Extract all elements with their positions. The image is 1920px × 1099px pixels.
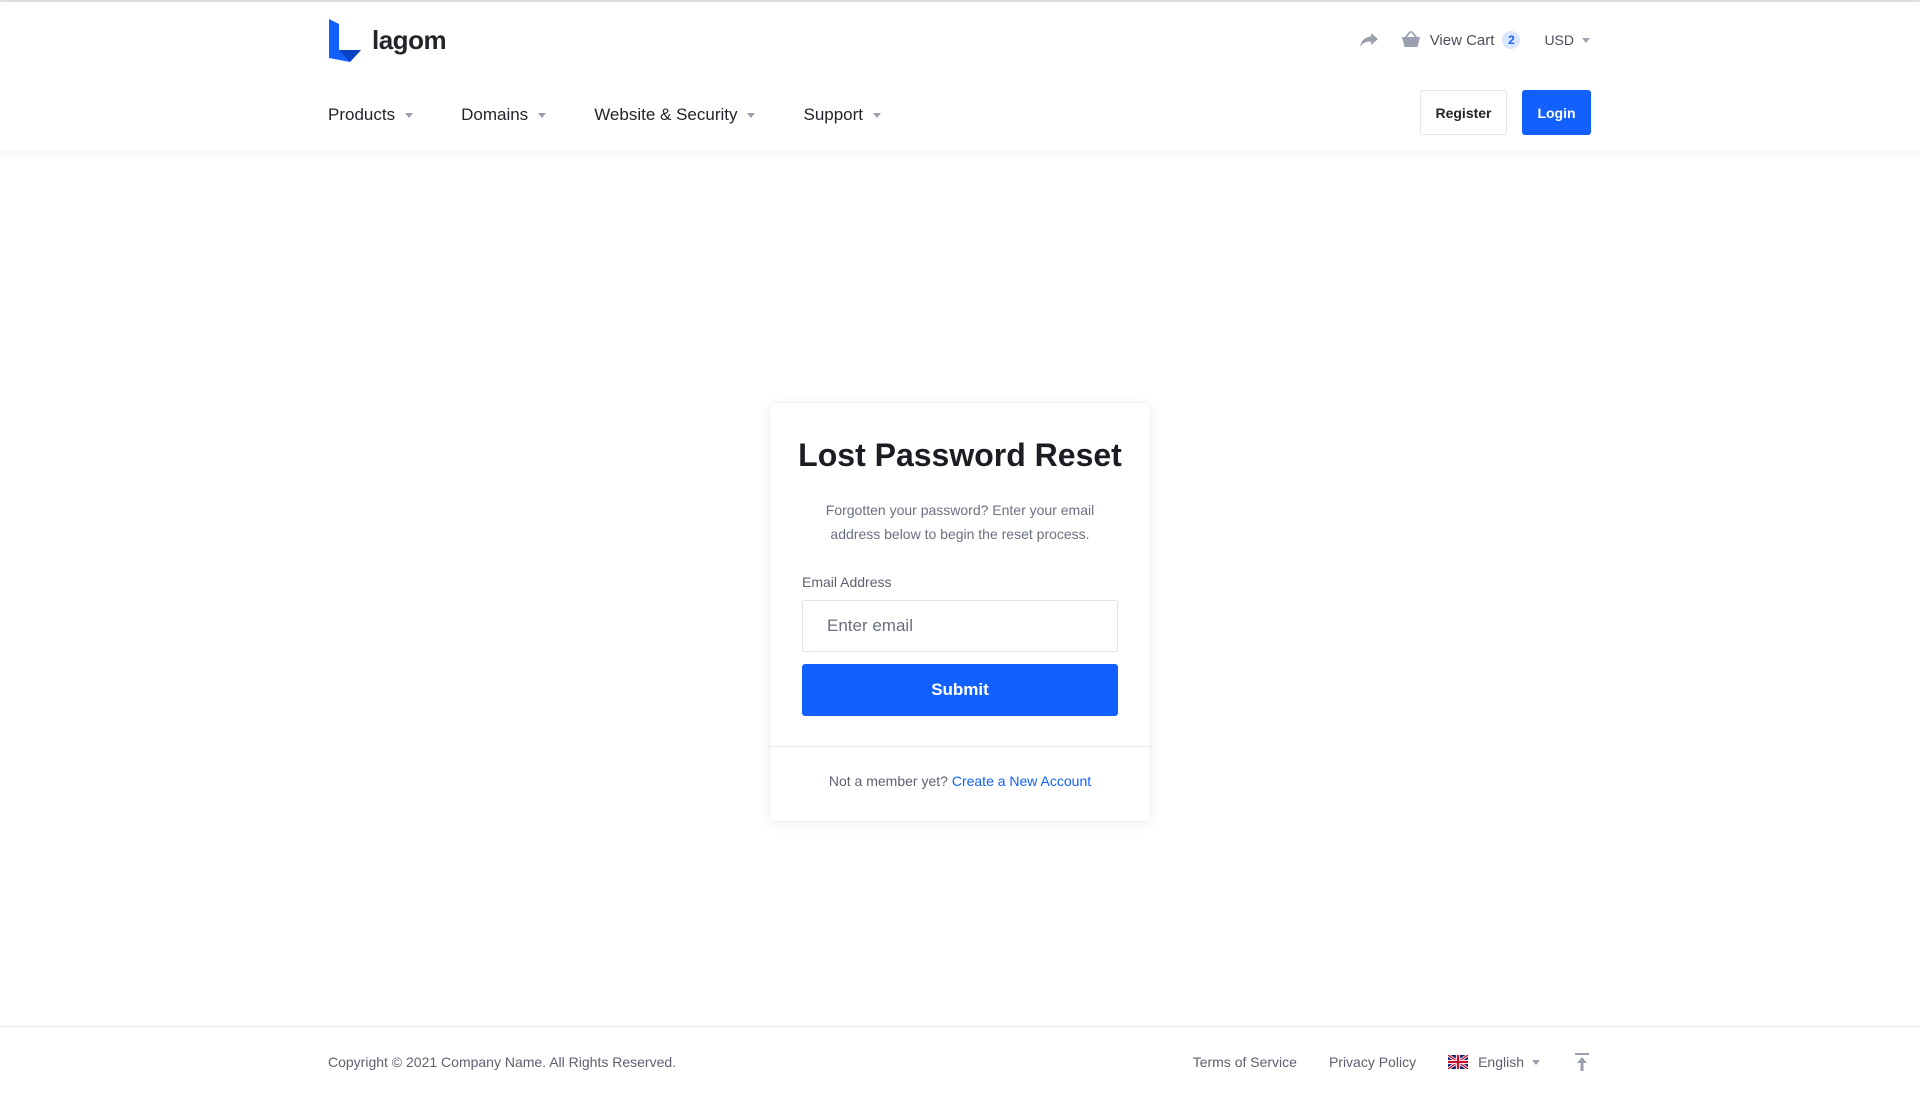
currency-dropdown[interactable]: USD [1544,32,1590,48]
share-arrow-icon[interactable] [1358,30,1380,50]
chevron-down-icon [747,112,756,118]
card-divider [770,746,1150,747]
footer-divider [0,1026,1920,1027]
email-field[interactable] [802,600,1118,652]
header-utilities: View Cart 2 USD [1358,28,1590,52]
basket-icon[interactable] [1400,30,1422,50]
main-nav: Products Domains Website & Security Supp… [328,102,929,128]
language-label: English [1478,1054,1524,1070]
brand-logo[interactable]: lagom [328,18,447,62]
lagom-logo-icon [329,19,361,62]
uk-flag-icon [1448,1055,1469,1069]
chevron-down-icon [1532,1059,1540,1065]
language-dropdown[interactable]: English [1448,1054,1540,1070]
nav-item-website-security[interactable]: Website & Security [594,105,756,125]
email-label: Email Address [802,574,892,590]
nav-item-label: Domains [461,105,529,124]
reset-description: Forgotten your password? Enter your emai… [825,502,1095,542]
footer-links: Terms of Service Privacy Policy English [1161,1050,1592,1074]
cart-count-badge: 2 [1502,31,1521,49]
nav-item-label: Products [328,105,396,124]
chevron-down-icon [1582,37,1590,43]
chevron-down-icon [538,112,547,118]
arrow-up-icon[interactable] [1572,1051,1592,1073]
create-account-link[interactable]: Create a New Account [952,773,1091,789]
chevron-down-icon [405,112,414,118]
nav-item-domains[interactable]: Domains [461,105,547,125]
page-title: Lost Password Reset [798,437,1122,473]
nav-item-products[interactable]: Products [328,105,414,125]
signup-prompt: Not a member yet? Create a New Account [770,773,1150,789]
page: lagom View Cart 2 USD Products Domains W… [0,0,1920,1099]
register-button[interactable]: Register [1420,90,1507,135]
nav-item-label: Support [803,105,864,124]
privacy-policy-link[interactable]: Privacy Policy [1329,1054,1416,1070]
login-button[interactable]: Login [1522,90,1591,135]
signup-prompt-text: Not a member yet? [828,773,948,789]
submit-button[interactable]: Submit [802,664,1118,716]
password-reset-card: Lost Password Reset Forgotten your passw… [770,403,1150,821]
nav-item-label: Website & Security [594,105,738,124]
nav-item-support[interactable]: Support [803,105,882,125]
currency-label: USD [1544,32,1574,48]
terms-of-service-link[interactable]: Terms of Service [1193,1054,1297,1070]
chevron-down-icon [873,112,882,118]
brand-name: lagom [372,24,447,55]
copyright-text: Copyright © 2021 Company Name. All Right… [328,1054,677,1070]
view-cart-link[interactable]: View Cart [1430,32,1495,49]
site-header: lagom View Cart 2 USD Products Domains W… [0,2,1920,150]
